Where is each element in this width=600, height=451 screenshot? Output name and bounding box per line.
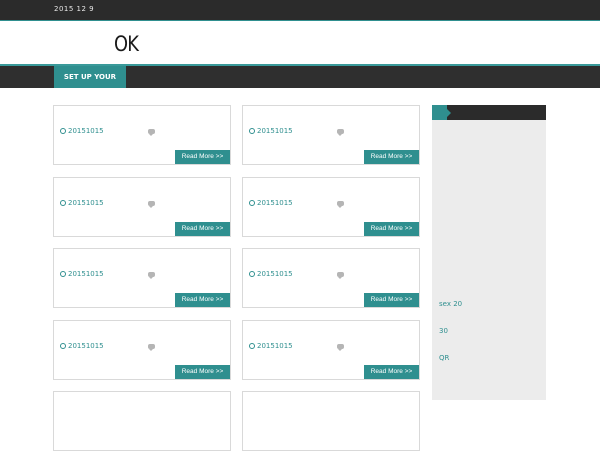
sidebar-link[interactable]: sex 20 [439, 300, 462, 308]
post-date: 20151015 [249, 270, 293, 278]
read-more-button[interactable]: Read More >> [175, 293, 230, 307]
clock-icon [60, 200, 66, 206]
clock-icon [249, 128, 255, 134]
read-more-button[interactable]: Read More >> [364, 365, 419, 379]
read-more-button[interactable]: Read More >> [175, 365, 230, 379]
post-date: 20151015 [60, 199, 104, 207]
clock-icon [249, 343, 255, 349]
post-date: 20151015 [60, 127, 104, 135]
read-more-button[interactable]: Read More >> [364, 222, 419, 236]
setup-menu-button[interactable]: SET UP YOUR MENU [54, 66, 126, 103]
post-card: 20151015 Read More >> [53, 320, 231, 380]
post-card: 20151015 Read More >> [242, 320, 420, 380]
clock-icon [60, 271, 66, 277]
top-bar: 2015 12 9 [0, 0, 600, 20]
post-card: 20151015 Read More >> [242, 177, 420, 237]
comment-icon[interactable] [337, 201, 344, 208]
post-card: 20151015 Read More >> [53, 105, 231, 165]
comment-icon[interactable] [337, 129, 344, 136]
read-more-button[interactable]: Read More >> [364, 293, 419, 307]
comment-icon[interactable] [148, 129, 155, 136]
sidebar-link[interactable]: QR [439, 354, 449, 362]
post-date: 20151015 [249, 342, 293, 350]
sidebar-widget-header [432, 105, 546, 120]
post-date: 20151015 [60, 342, 104, 350]
post-card: 20151015 Read More >> [242, 248, 420, 308]
post-date: 20151015 [60, 270, 104, 278]
arrow-tab-icon [432, 105, 451, 120]
post-card: 20151015 Read More >> [242, 105, 420, 165]
main-nav: SET UP YOUR MENU [0, 66, 600, 103]
sidebar-link[interactable]: 30 [439, 327, 448, 335]
site-header: OK [0, 21, 600, 64]
post-date: 20151015 [249, 127, 293, 135]
post-card: 20151015 Read More >> [53, 248, 231, 308]
post-card: 20151015 Read More >> [53, 177, 231, 237]
top-bar-date: 2015 12 9 [54, 5, 95, 13]
clock-icon [249, 271, 255, 277]
comment-icon[interactable] [337, 344, 344, 351]
post-date: 20151015 [249, 199, 293, 207]
clock-icon [60, 128, 66, 134]
read-more-button[interactable]: Read More >> [364, 150, 419, 164]
post-card [242, 391, 420, 451]
clock-icon [249, 200, 255, 206]
clock-icon [60, 343, 66, 349]
post-card [53, 391, 231, 451]
read-more-button[interactable]: Read More >> [175, 150, 230, 164]
comment-icon[interactable] [148, 344, 155, 351]
site-logo[interactable]: OK [114, 32, 139, 56]
comment-icon[interactable] [148, 201, 155, 208]
comment-icon[interactable] [337, 272, 344, 279]
comment-icon[interactable] [148, 272, 155, 279]
read-more-button[interactable]: Read More >> [175, 222, 230, 236]
